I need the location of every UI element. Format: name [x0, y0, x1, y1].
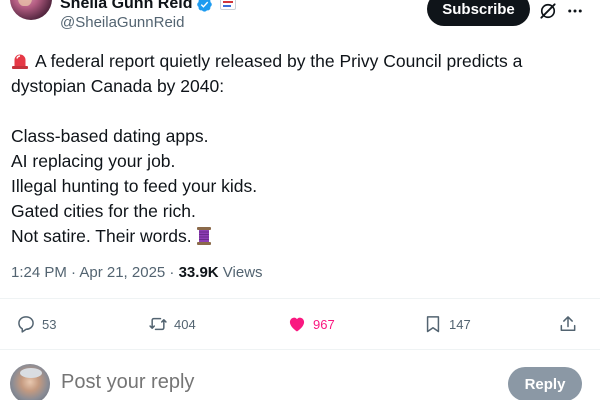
tweet-line: A federal report quietly released by the… — [11, 49, 571, 74]
tweet-line: Illegal hunting to feed your kids. — [11, 176, 258, 196]
reply-button[interactable]: Reply — [508, 367, 582, 400]
tweet-text: A federal report quietly released by the… — [11, 49, 571, 249]
divider — [0, 349, 600, 350]
reply-icon — [18, 316, 34, 333]
tweet-timestamp[interactable]: 1:24 PM · Apr 21, 2025 · — [11, 264, 179, 281]
tweet-line: Class-based dating apps. — [11, 126, 209, 146]
author-display-name[interactable]: Sheila Gunn Reid — [60, 0, 192, 13]
repost-count: 404 — [174, 316, 196, 332]
siren-icon — [12, 54, 28, 69]
tweet-line: Not satire. Their words. — [11, 224, 571, 249]
more-icon[interactable] — [566, 2, 584, 20]
thread-icon — [196, 227, 211, 245]
tweet-line: dystopian Canada by 2040: — [11, 76, 225, 96]
tweet-line: AI replacing your job. — [11, 151, 176, 171]
bookmark-icon — [426, 316, 440, 333]
share-action[interactable] — [558, 312, 578, 336]
grok-icon[interactable] — [538, 1, 558, 21]
views-count: 33.9K — [178, 264, 219, 281]
heart-filled-icon — [289, 317, 305, 332]
subscribe-button[interactable]: Subscribe — [427, 0, 530, 26]
bookmark-action[interactable]: 147 — [423, 312, 471, 336]
tweet-meta: 1:24 PM · Apr 21, 2025 · 33.9K Views — [11, 264, 263, 281]
repost-action[interactable]: 404 — [148, 312, 196, 336]
author-handle[interactable]: @SheilaGunnReid — [60, 14, 184, 31]
affiliate-badge-icon[interactable] — [220, 0, 237, 10]
verified-badge-icon — [197, 0, 213, 12]
author-name-row: Sheila Gunn Reid — [60, 0, 237, 13]
like-count: 967 — [313, 316, 335, 332]
author-avatar[interactable] — [10, 0, 52, 20]
user-avatar[interactable] — [10, 364, 50, 400]
repost-icon — [149, 317, 167, 331]
bookmark-count: 147 — [449, 316, 471, 332]
like-action[interactable]: 967 — [287, 312, 335, 336]
reply-count: 53 — [42, 316, 57, 332]
views-label: Views — [218, 264, 263, 281]
tweet-line: Gated cities for the rich. — [11, 201, 196, 221]
share-icon — [560, 316, 576, 331]
reply-action[interactable]: 53 — [16, 312, 56, 336]
reply-input[interactable] — [61, 371, 461, 394]
divider — [0, 298, 600, 299]
